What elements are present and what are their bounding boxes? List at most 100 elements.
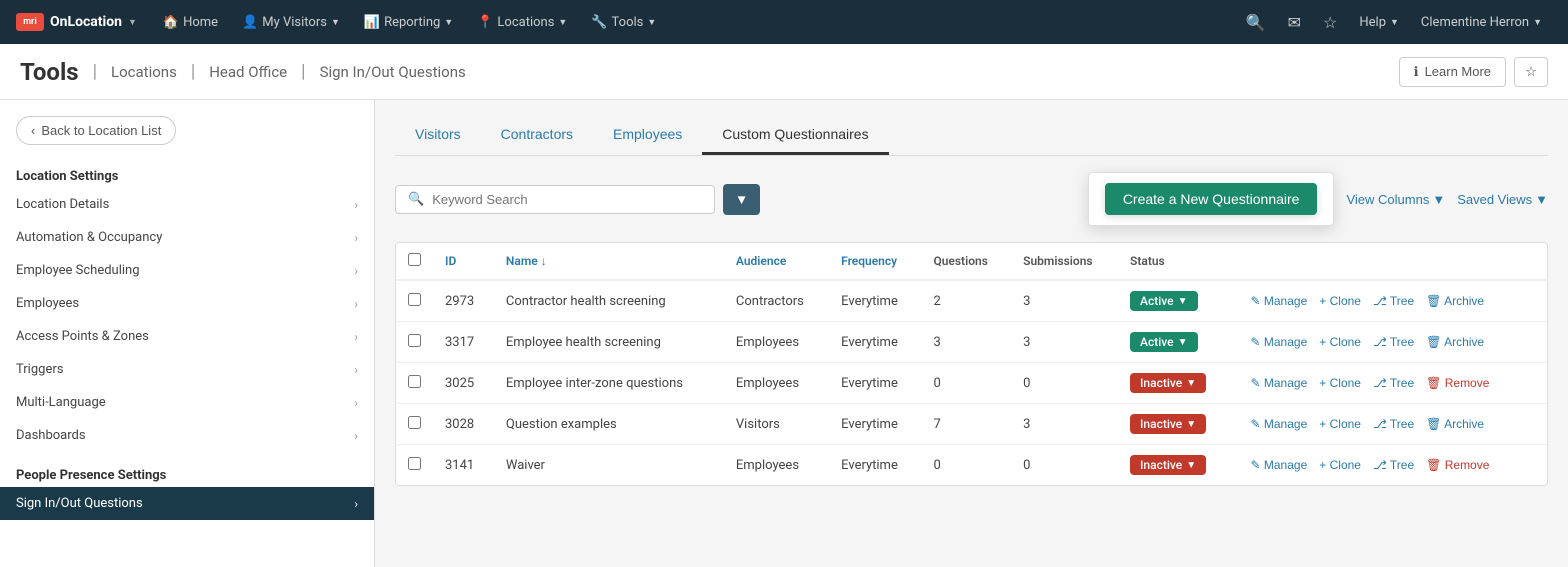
sidebar-item-location-details[interactable]: Location Details › (0, 188, 374, 221)
clone-button[interactable]: + Clone (1315, 374, 1365, 392)
location-settings-title: Location Settings (0, 161, 374, 188)
row-actions: ✎ Manage + Clone ⎇ Tree 🗑 Remove (1233, 363, 1548, 404)
tree-button[interactable]: ⎇ Tree (1369, 415, 1418, 433)
status-badge[interactable]: Inactive ▼ (1130, 373, 1206, 393)
breadcrumb-current: Sign In/Out Questions (320, 63, 466, 81)
archive-button[interactable]: 🗑 Archive (1422, 415, 1488, 433)
nav-locations[interactable]: 📍 Locations ▼ (467, 0, 577, 44)
tree-button[interactable]: ⎇ Tree (1369, 333, 1418, 351)
row-id: 3141 (433, 445, 494, 486)
keyword-search-input[interactable] (432, 192, 702, 207)
sidebar-item-dashboards[interactable]: Dashboards › (0, 419, 374, 452)
row-id: 3025 (433, 363, 494, 404)
select-all-header (396, 243, 433, 280)
col-frequency[interactable]: Frequency (829, 243, 921, 280)
status-badge[interactable]: Active ▼ (1130, 332, 1198, 352)
remove-button[interactable]: 🗑 Remove (1422, 374, 1493, 392)
learn-more-button[interactable]: ℹ Learn More (1399, 57, 1506, 87)
row-frequency: Everytime (829, 445, 921, 486)
nav-right-icons: 🔍 ✉ ☆ Help ▼ Clementine Herron ▼ (1236, 0, 1552, 44)
row-checkbox-2[interactable] (408, 375, 421, 388)
row-actions: ✎ Manage + Clone ⎇ Tree 🗑 Archive (1233, 404, 1548, 445)
search-button[interactable]: 🔍 (1236, 0, 1276, 44)
row-submissions: 0 (1011, 445, 1118, 486)
filter-icon: ▼ (735, 192, 748, 207)
sidebar-item-triggers[interactable]: Triggers › (0, 353, 374, 386)
row-status: Active ▼ (1118, 322, 1232, 363)
row-checkbox-4[interactable] (408, 457, 421, 470)
col-id[interactable]: ID (433, 243, 494, 280)
clone-button[interactable]: + Clone (1315, 415, 1365, 433)
saved-views-button[interactable]: Saved Views ▼ (1457, 192, 1548, 207)
sidebar-item-automation[interactable]: Automation & Occupancy › (0, 221, 374, 254)
manage-button[interactable]: ✎ Manage (1247, 374, 1312, 392)
row-questions: 7 (921, 404, 1011, 445)
select-all-checkbox[interactable] (408, 253, 421, 266)
row-checkbox-0[interactable] (408, 293, 421, 306)
row-checkbox-3[interactable] (408, 416, 421, 429)
status-badge[interactable]: Inactive ▼ (1130, 455, 1206, 475)
tree-button[interactable]: ⎇ Tree (1369, 374, 1418, 392)
create-questionnaire-button[interactable]: Create a New Questionnaire (1105, 183, 1318, 215)
tab-custom-questionnaires[interactable]: Custom Questionnaires (702, 116, 888, 155)
row-frequency: Everytime (829, 363, 921, 404)
row-frequency: Everytime (829, 404, 921, 445)
chevron-right-icon: › (354, 297, 358, 311)
clone-button[interactable]: + Clone (1315, 456, 1365, 474)
mail-button[interactable]: ✉ (1278, 0, 1311, 44)
brand-logo-area[interactable]: mri OnLocation ▼ (16, 13, 137, 31)
clone-button[interactable]: + Clone (1315, 333, 1365, 351)
view-columns-button[interactable]: View Columns ▼ (1346, 192, 1445, 207)
manage-button[interactable]: ✎ Manage (1247, 415, 1312, 433)
status-badge[interactable]: Inactive ▼ (1130, 414, 1206, 434)
table-row: 3025 Employee inter-zone questions Emplo… (396, 363, 1547, 404)
sidebar-item-signin-questions[interactable]: Sign In/Out Questions › (0, 487, 374, 520)
remove-button[interactable]: 🗑 Remove (1422, 456, 1493, 474)
sidebar-item-employees[interactable]: Employees › (0, 287, 374, 320)
breadcrumb-sep3: | (301, 61, 305, 82)
help-caret-icon: ▼ (1390, 17, 1399, 28)
chevron-right-icon: › (354, 231, 358, 245)
row-status: Inactive ▼ (1118, 404, 1232, 445)
favorite-button[interactable]: ☆ (1514, 57, 1548, 87)
chevron-right-icon: › (354, 198, 358, 212)
tree-button[interactable]: ⎇ Tree (1369, 456, 1418, 474)
manage-button[interactable]: ✎ Manage (1247, 292, 1312, 310)
favorites-button[interactable]: ☆ (1313, 0, 1347, 44)
filter-button[interactable]: ▼ (723, 184, 760, 215)
row-name: Contractor health screening (494, 280, 724, 322)
brand-dropdown-icon[interactable]: ▼ (128, 17, 137, 28)
sidebar-item-multi-language[interactable]: Multi-Language › (0, 386, 374, 419)
sidebar-item-employee-scheduling[interactable]: Employee Scheduling › (0, 254, 374, 287)
clone-button[interactable]: + Clone (1315, 292, 1365, 310)
view-columns-caret: ▼ (1432, 192, 1445, 207)
row-audience: Employees (724, 445, 829, 486)
row-checkbox-1[interactable] (408, 334, 421, 347)
archive-button[interactable]: 🗑 Archive (1422, 292, 1488, 310)
sidebar-item-access-points[interactable]: Access Points & Zones › (0, 320, 374, 353)
main-content: Visitors Contractors Employees Custom Qu… (375, 100, 1568, 567)
user-caret-icon: ▼ (1533, 17, 1542, 28)
help-button[interactable]: Help ▼ (1349, 0, 1409, 44)
col-audience[interactable]: Audience (724, 243, 829, 280)
chevron-right-icon: › (354, 396, 358, 410)
tab-employees[interactable]: Employees (593, 116, 702, 155)
tree-button[interactable]: ⎇ Tree (1369, 292, 1418, 310)
location-icon: 📍 (477, 15, 493, 30)
nav-tools[interactable]: 🔧 Tools ▼ (581, 0, 666, 44)
tab-visitors[interactable]: Visitors (395, 116, 481, 155)
nav-reporting[interactable]: 📊 Reporting ▼ (354, 0, 463, 44)
manage-button[interactable]: ✎ Manage (1247, 333, 1312, 351)
archive-button[interactable]: 🗑 Archive (1422, 333, 1488, 351)
nav-tools-caret: ▼ (647, 17, 656, 28)
col-name[interactable]: Name ↓ (494, 243, 724, 280)
back-to-location-button[interactable]: ‹ Back to Location List (16, 116, 176, 145)
tab-contractors[interactable]: Contractors (481, 116, 593, 155)
status-badge[interactable]: Active ▼ (1130, 291, 1198, 311)
user-menu-button[interactable]: Clementine Herron ▼ (1411, 0, 1552, 44)
row-checkbox-cell (396, 280, 433, 322)
manage-button[interactable]: ✎ Manage (1247, 456, 1312, 474)
nav-my-visitors[interactable]: 👤 My Visitors ▼ (232, 0, 350, 44)
page-title: Tools (20, 58, 79, 86)
nav-home[interactable]: 🏠 Home (153, 0, 228, 44)
